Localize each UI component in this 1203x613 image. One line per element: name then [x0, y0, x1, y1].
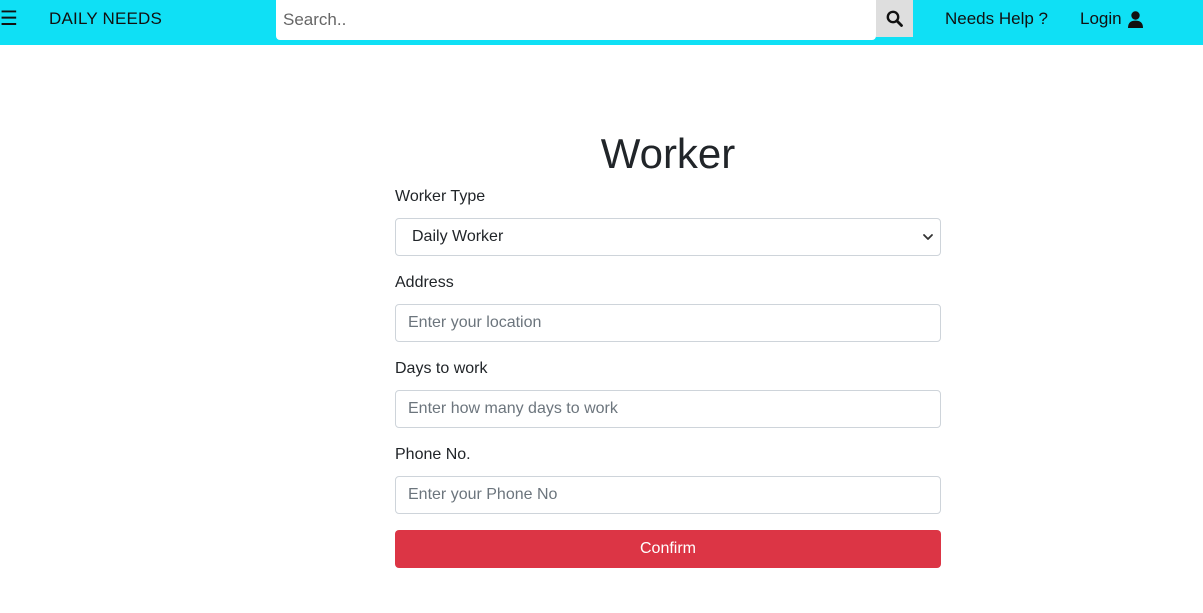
worker-type-label: Worker Type — [395, 188, 486, 205]
phone-input[interactable] — [395, 476, 941, 514]
search-icon — [886, 10, 903, 27]
search-input[interactable] — [276, 0, 876, 40]
page-title: Worker — [600, 130, 736, 177]
hamburger-icon[interactable]: ☰ — [0, 6, 20, 32]
days-to-work-label: Days to work — [395, 360, 488, 377]
login-link[interactable]: Login — [1080, 8, 1143, 30]
address-label: Address — [395, 274, 454, 291]
chevron-down-icon — [923, 234, 933, 240]
navbar: ☰ DAILY NEEDS Needs Help ? Login — [0, 0, 1203, 45]
worker-type-select[interactable]: Daily Worker — [395, 218, 941, 256]
confirm-button[interactable]: Confirm — [395, 530, 941, 568]
search-button[interactable] — [876, 0, 913, 37]
address-input[interactable] — [395, 304, 941, 342]
needs-help-link[interactable]: Needs Help ? — [945, 8, 1048, 30]
phone-label: Phone No. — [395, 446, 471, 463]
user-icon — [1127, 10, 1143, 28]
days-to-work-input[interactable] — [395, 390, 941, 428]
worker-type-selected: Daily Worker — [412, 228, 504, 245]
brand-name[interactable]: DAILY NEEDS — [49, 8, 162, 30]
login-label: Login — [1080, 9, 1122, 28]
